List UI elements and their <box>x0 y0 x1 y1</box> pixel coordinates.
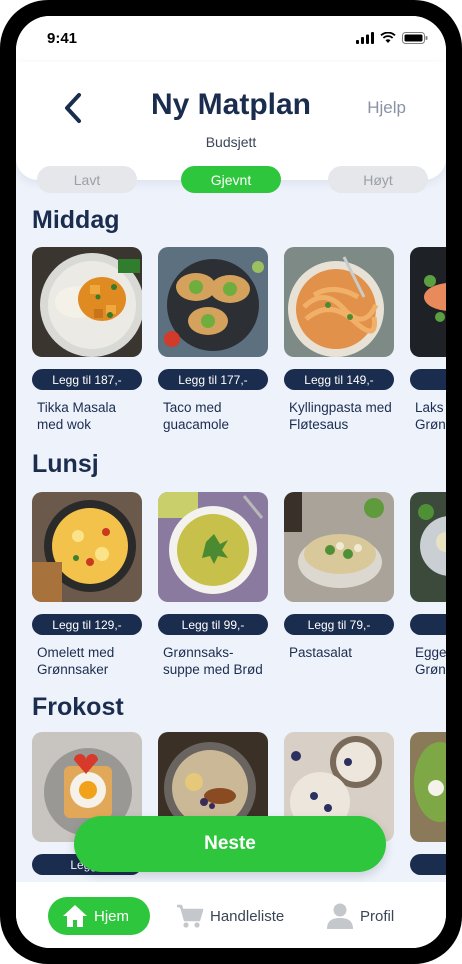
battery-icon <box>402 32 428 44</box>
nav-shopping-list[interactable]: Handleliste <box>176 897 284 935</box>
next-button[interactable]: Neste <box>74 816 386 872</box>
dish-name: Pastasalat <box>289 645 353 660</box>
wifi-icon <box>380 32 396 43</box>
app-screen: 9:41 Ny Matplan Hjelp Budsjett Lavt Gjev… <box>16 16 446 948</box>
meal-card[interactable]: Le Egge Grøn <box>410 492 446 677</box>
add-price-button[interactable]: Legg til 187,- <box>32 369 142 390</box>
section-title-breakfast: Frokost <box>32 693 124 721</box>
meal-card[interactable]: Legg til 79,- Pastasalat <box>284 492 394 660</box>
status-time: 9:41 <box>47 30 78 47</box>
nav-profile[interactable]: Profil <box>326 897 394 935</box>
budget-option-medium[interactable]: Gjevnt <box>181 166 281 193</box>
dish-name: Omelett med Grønnsaker <box>37 645 115 677</box>
dish-name: Grønnsaks- suppe med Brød <box>163 645 263 677</box>
add-price-button[interactable]: Le <box>410 854 446 875</box>
add-price-button[interactable]: Legg til 79,- <box>284 614 394 635</box>
add-price-button[interactable]: Legg til 99,- <box>158 614 268 635</box>
meal-image-tikka <box>32 247 142 357</box>
header: Ny Matplan Hjelp Budsjett Lavt Gjevnt Hø… <box>16 62 446 193</box>
meal-image-eggs <box>410 492 446 602</box>
dish-name: Kyllingpasta med Fløtesaus <box>289 400 392 432</box>
add-price-button[interactable]: Legg til 129,- <box>32 614 142 635</box>
dish-name: Laks Grøn <box>415 400 446 432</box>
dish-name: Taco med guacamole <box>163 400 230 432</box>
dish-name: Tikka Masala med wok <box>37 400 117 432</box>
meal-image-taco <box>158 247 268 357</box>
meal-card[interactable]: Legg til 129,- Omelett med Grønnsaker <box>32 492 142 677</box>
dish-name: Egge Grøn <box>415 645 446 677</box>
phone-frame: 9:41 Ny Matplan Hjelp Budsjett Lavt Gjev… <box>0 0 462 964</box>
meal-card[interactable]: Legg til Laks Grøn <box>410 247 446 432</box>
help-link[interactable]: Hjelp <box>367 98 406 118</box>
meal-card[interactable]: Legg til 149,- Kyllingpasta med Fløtesau… <box>284 247 394 432</box>
section-title-dinner: Middag <box>32 206 120 234</box>
meal-card[interactable]: Le <box>410 732 446 875</box>
add-price-button[interactable]: Legg til 177,- <box>158 369 268 390</box>
budget-label: Budsjett <box>205 134 257 150</box>
bottom-nav: Hjem Handleliste Profil <box>16 882 446 948</box>
nav-shopping-label: Handleliste <box>210 907 285 925</box>
meal-image-avocado-toast <box>410 732 446 842</box>
nav-home[interactable]: Hjem <box>48 897 150 935</box>
nav-profile-label: Profil <box>360 907 395 925</box>
budget-option-low[interactable]: Lavt <box>37 166 137 193</box>
meal-card[interactable]: Legg til 99,- Grønnsaks- suppe med Brød <box>158 492 268 677</box>
status-bar: 9:41 <box>16 16 446 62</box>
meal-image-omelette <box>32 492 142 602</box>
nav-home-label: Hjem <box>94 907 130 925</box>
add-price-button[interactable]: Legg til 149,- <box>284 369 394 390</box>
dinner-row: Legg til 187,- Tikka Masala med wok Legg… <box>32 247 446 447</box>
add-price-button[interactable]: Le <box>410 614 446 635</box>
status-icons <box>356 32 428 44</box>
add-price-button[interactable]: Legg til <box>410 369 446 390</box>
meal-image-pasta-salad <box>284 492 394 602</box>
budget-option-high[interactable]: Høyt <box>328 166 428 193</box>
section-title-lunch: Lunsj <box>32 450 99 478</box>
lunch-row: Legg til 129,- Omelett med Grønnsaker Le… <box>32 492 446 692</box>
meal-image-chicken-pasta <box>284 247 394 357</box>
home-icon <box>63 905 87 927</box>
profile-icon <box>327 903 353 929</box>
meal-card[interactable]: Legg til 187,- Tikka Masala med wok <box>32 247 142 432</box>
meal-card[interactable]: Legg til 177,- Taco med guacamole <box>158 247 268 432</box>
meal-image-salmon <box>410 247 446 357</box>
meal-image-soup <box>158 492 268 602</box>
cart-icon <box>177 904 204 928</box>
signal-icon <box>356 32 374 44</box>
